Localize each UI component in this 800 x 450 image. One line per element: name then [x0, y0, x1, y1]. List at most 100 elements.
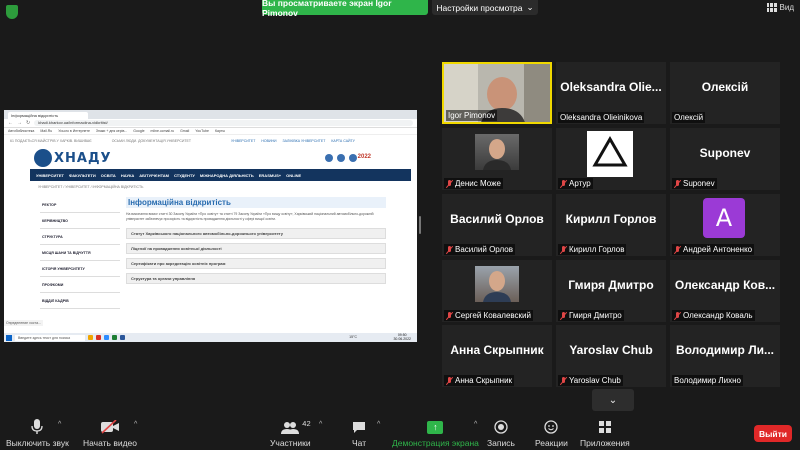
- browser-tab[interactable]: Інформаційна відкритість: [8, 112, 88, 119]
- side-menu-item[interactable]: МІСЦЯ ШАНИ ТА ВІДЧУТТЯ: [40, 245, 120, 261]
- site-nav-item[interactable]: ОСВІТА: [101, 173, 116, 178]
- resize-handle[interactable]: [419, 216, 421, 234]
- accordion-item[interactable]: Ліцензії на провадження освітньої діяльн…: [126, 243, 386, 254]
- share-screen-button[interactable]: ↑ Демонстрация экрана: [392, 419, 479, 448]
- participant-tile[interactable]: Артур: [556, 128, 666, 190]
- video-off-icon: [100, 419, 120, 435]
- participant-tile[interactable]: Yaroslav Chub Yaroslav Chub: [556, 325, 666, 387]
- bookmark-item[interactable]: Автобиблиотека: [8, 129, 34, 133]
- participant-tile[interactable]: Володимир Ли... Володимир Лихно: [670, 325, 780, 387]
- gallery-next-button[interactable]: ⌄: [592, 389, 634, 411]
- mic-muted-icon: [674, 311, 681, 320]
- site-nav-item[interactable]: АБІТУРІЄНТАМ: [139, 173, 169, 178]
- excel-icon[interactable]: [112, 335, 117, 340]
- site-topbar: 61 ПОДАЄТЬСЯ МАЙСТРІВ У ХАРКІВ. ВИШИВАЄ …: [4, 135, 417, 147]
- youtube-icon[interactable]: [337, 154, 345, 162]
- security-shield-icon[interactable]: [6, 5, 18, 19]
- participant-tile[interactable]: Гмиря Дмитро Гмиря Дмитро: [556, 260, 666, 322]
- site-nav-item[interactable]: СТУДЕНТУ: [174, 173, 195, 178]
- participant-label-text: Андрей Антоненко: [683, 245, 753, 254]
- bookmark-item[interactable]: Усього в Интернете: [58, 129, 90, 133]
- participant-tile[interactable]: Олександр Ков... Олександр Коваль: [670, 260, 780, 322]
- site-nav-item[interactable]: МІЖНАРОДНА ДІЯЛЬНІСТЬ: [200, 173, 254, 178]
- participant-label-text: Igor Pimonov: [448, 111, 496, 120]
- back-icon[interactable]: ←: [8, 120, 13, 126]
- chat-button[interactable]: Чат: [352, 419, 366, 448]
- mute-label: Выключить звук: [6, 438, 69, 448]
- side-menu-item[interactable]: КЕРІВНИЦТВО: [40, 213, 120, 229]
- side-menu-item[interactable]: ВІДДІЛ КАДРІВ: [40, 293, 120, 309]
- taskbar-search[interactable]: Введите здесь текст для поиска: [15, 334, 85, 341]
- site-top-link[interactable]: ЗАЛІКІВКА УНІВЕРСИТЕТ: [283, 139, 326, 143]
- university-logo-icon[interactable]: [34, 149, 52, 167]
- bookmark-item[interactable]: Google: [133, 129, 144, 133]
- share-options-caret[interactable]: ^: [474, 421, 477, 428]
- view-settings-button[interactable]: Настройки просмотра ⌄: [432, 0, 538, 15]
- accordion-item[interactable]: Структура та органи управління: [126, 273, 386, 284]
- participant-tile[interactable]: A Андрей Антоненко: [670, 194, 780, 256]
- reload-icon[interactable]: ↻: [26, 120, 30, 126]
- participant-tile[interactable]: Сергей Ковалевский: [442, 260, 552, 322]
- url-field[interactable]: khadi.kharkov.ua/informaciina-vidkritist…: [34, 120, 413, 126]
- forward-icon[interactable]: →: [17, 120, 22, 126]
- start-video-button[interactable]: Начать видео: [83, 419, 137, 448]
- chrome-icon[interactable]: [96, 335, 101, 340]
- participants-button[interactable]: 42 Участники: [270, 419, 311, 448]
- participant-tile[interactable]: Олексій Олексій: [670, 62, 780, 124]
- bookmark-item[interactable]: Знаки + дня керів...: [96, 129, 127, 133]
- shared-screen[interactable]: Інформаційна відкритість ← → ↻ khadi.kha…: [4, 110, 417, 342]
- site-nav-item[interactable]: ONLINE: [286, 173, 301, 178]
- participant-name-label: Igor Pimonov: [446, 110, 498, 121]
- leave-button[interactable]: Выйти: [754, 425, 792, 442]
- chat-options-caret[interactable]: ^: [377, 421, 380, 428]
- participant-tile[interactable]: Кирилл Горлов Кирилл Горлов: [556, 194, 666, 256]
- side-menu-item[interactable]: СТРУКТУРА: [40, 229, 120, 245]
- site-top-link[interactable]: УНІВЕРСИТЕТ: [231, 139, 255, 143]
- site-top-link[interactable]: НОВИНИ: [261, 139, 276, 143]
- participant-tile[interactable]: Василий Орлов Василий Орлов: [442, 194, 552, 256]
- windows-start-icon[interactable]: [6, 334, 12, 341]
- accordion-item[interactable]: Сертифікати про акредитацію освітніх про…: [126, 258, 386, 269]
- site-nav-item[interactable]: НАУКА: [121, 173, 134, 178]
- bookmark-item[interactable]: Gmail: [180, 129, 189, 133]
- taskbar-clock: 09:50 30.06.2022: [393, 333, 411, 341]
- side-menu-item[interactable]: ІСТОРІЯ УНІВЕРСИТЕТУ: [40, 261, 120, 277]
- accordion-item[interactable]: Статут Харківського національного автомо…: [126, 228, 386, 239]
- participant-label-text: Володимир Лихно: [674, 376, 742, 385]
- video-options-caret[interactable]: ^: [134, 421, 137, 428]
- reactions-button[interactable]: Реакции: [535, 419, 568, 448]
- facebook-icon[interactable]: [325, 154, 333, 162]
- folder-icon[interactable]: [88, 335, 93, 340]
- participant-tile[interactable]: Suponev Suponev: [670, 128, 780, 190]
- bookmark-item[interactable]: YouTube: [195, 129, 209, 133]
- apps-button[interactable]: Приложения: [580, 419, 630, 448]
- bookmark-item[interactable]: Карты: [215, 129, 225, 133]
- participants-options-caret[interactable]: ^: [319, 421, 322, 428]
- word-icon[interactable]: [120, 335, 125, 340]
- participant-name-label: Сергей Ковалевский: [444, 310, 533, 321]
- share-label: Демонстрация экрана: [392, 438, 479, 448]
- side-menu-item[interactable]: РЕКТОР: [40, 197, 120, 213]
- participant-tile[interactable]: Igor Pimonov: [442, 62, 552, 124]
- instagram-icon[interactable]: [349, 154, 357, 162]
- site-nav-item[interactable]: ФАКУЛЬТЕТИ: [69, 173, 96, 178]
- mute-options-caret[interactable]: ^: [58, 421, 61, 428]
- participant-name-label: Олексій: [672, 112, 706, 123]
- chat-label: Чат: [352, 438, 367, 448]
- site-top-link[interactable]: КАРТА САЙТУ: [331, 139, 355, 143]
- mic-muted-icon: [446, 179, 453, 188]
- site-logo-text[interactable]: ХНАДУ: [54, 151, 112, 166]
- participant-tile[interactable]: Денис Може: [442, 128, 552, 190]
- site-nav-item[interactable]: ERASMUS+: [259, 173, 281, 178]
- participant-tile[interactable]: Oleksandra Olie... Oleksandra Olieinikova: [556, 62, 666, 124]
- view-button[interactable]: Вид: [766, 3, 794, 12]
- record-button[interactable]: Запись: [487, 419, 515, 448]
- participant-tile[interactable]: Анна Скрыпник Анна Скрыпник: [442, 325, 552, 387]
- record-label: Запись: [487, 438, 515, 448]
- side-menu-item[interactable]: ПРОФКОМИ: [40, 277, 120, 293]
- site-nav-item[interactable]: УНІВЕРСИТЕТ: [36, 173, 64, 178]
- bookmark-item[interactable]: mline.ucmail.ru: [151, 129, 175, 133]
- zoom-icon[interactable]: [104, 335, 109, 340]
- participant-name-label: Володимир Лихно: [672, 375, 744, 386]
- bookmark-item[interactable]: Mail.Ru: [40, 129, 52, 133]
